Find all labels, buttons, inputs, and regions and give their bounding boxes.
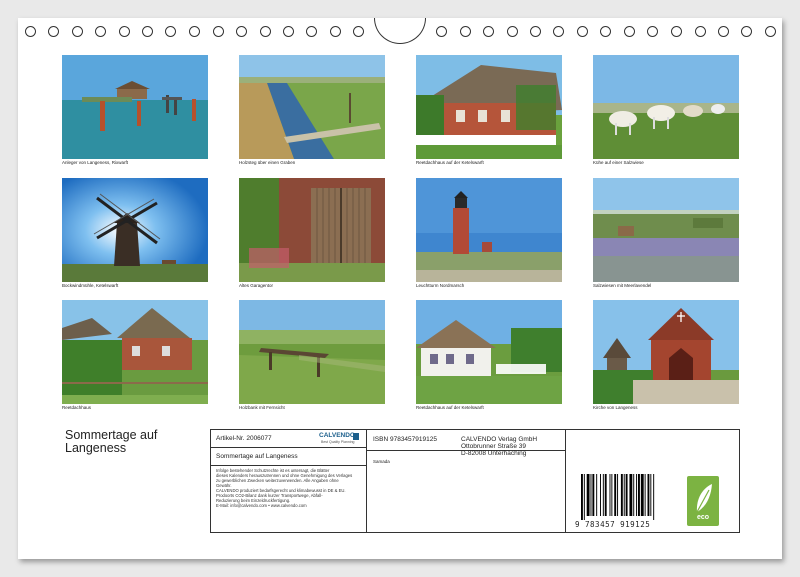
photo-caption: Reetdachhaus auf der Ketelswarft [416,405,484,410]
photo-caption: Reetdachhaus [62,405,92,410]
binding-ring [483,26,494,37]
binding-ring [25,26,36,37]
binding-ring [460,26,471,37]
calendar-photo-ditch [239,55,385,159]
barcode-digits: 9 783457 919125 [575,520,651,529]
photo-caption: Bockwindmühle, Ketelswarft [62,283,119,288]
publisher-city: D-82008 Unterhaching [461,450,527,457]
photo-caption: Leuchtturm Nordmarsch [416,283,465,288]
binding-ring [671,26,682,37]
calvendo-logo-sub: Best Quality Planning [321,440,355,444]
isbn-barcode [581,474,655,520]
photo-caption: Kirche von Langeness [593,405,638,410]
calendar-photo-bench [239,300,385,404]
binding-ring [260,26,271,37]
calendar-photo-church [593,300,739,404]
calvendo-logo: CALVENDO [319,432,355,439]
calendar-photo-thatched [62,300,208,404]
publisher-name: CALVENDO Verlag GmbH [461,436,538,443]
photo-caption: Altes Garagentor [239,283,274,288]
article-number: Artikel-Nr. 2006077 [216,435,272,442]
binding-ring [72,26,83,37]
samada-label: Samada [373,459,390,464]
product-title: Sommertage auf Langeness [216,453,298,460]
calendar-photo-whitehouse [416,300,562,404]
binding-ring [119,26,130,37]
binding-ring [530,26,541,37]
binding-ring [624,26,635,37]
binding-ring [695,26,706,37]
calendar-photo-harbor [62,55,208,159]
binding-ring [330,26,341,37]
photo-caption: Salzwiesen mit Meerlavendel [593,283,652,288]
calendar-title: Sommertage auf Langeness [65,428,158,455]
binding-ring [165,26,176,37]
binding-ring [507,26,518,37]
binding-ring [647,26,658,37]
publisher-street: Ottobrunner Straße 39 [461,443,527,450]
binding-ring [283,26,294,37]
binding-ring [48,26,59,37]
calvendo-logo-mark [353,433,359,440]
binding-ring [600,26,611,37]
eco-label: eco [696,514,710,521]
binding-ring [189,26,200,37]
calendar-photo-farmhouse [416,55,562,159]
binding-ring [553,26,564,37]
photo-caption: Reetdachhaus auf der Ketelswarft [416,160,484,165]
calendar-photo-windmill [62,178,208,282]
binding-ring [436,26,447,37]
legal-text: Infolge bestehender Schutzrechte ist es … [216,468,353,508]
binding-ring [236,26,247,37]
photo-caption: Anleger von Langeness, Rixwarft [62,160,129,165]
calendar-photo-cows [593,55,739,159]
binding-ring [142,26,153,37]
calendar-photo-gate [239,178,385,282]
info-box: Artikel-Nr. 2006077 CALVENDO Best Qualit… [210,429,740,533]
binding-ring [577,26,588,37]
photo-caption: Holzsteg über einen Graben [239,160,296,165]
photo-caption: Holzbank mit Fernsicht [239,405,285,410]
calendar-photo-saltmarsh [593,178,739,282]
binding-ring [353,26,364,37]
binding-ring [306,26,317,37]
calendar-photo-lighthouse [416,178,562,282]
binding-ring [95,26,106,37]
binding-ring [765,26,776,37]
binding-ring [213,26,224,37]
isbn: ISBN 9783457919125 [373,436,437,443]
eco-badge: eco [687,476,719,526]
photo-caption: Kühe auf einer Salzwiese [593,160,644,165]
binding-ring [718,26,729,37]
binding-ring [741,26,752,37]
